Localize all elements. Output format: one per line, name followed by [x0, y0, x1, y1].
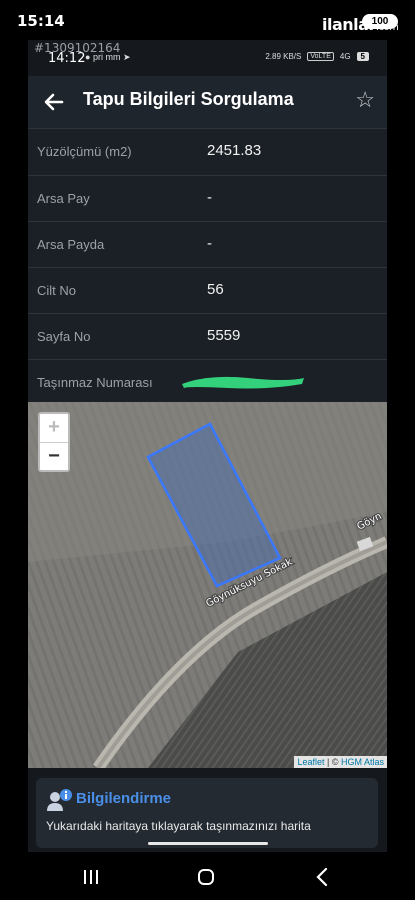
info-text: Yukarıdaki haritaya tıklayarak taşınmazı… — [46, 819, 311, 833]
outer-clock: 15:14 — [17, 12, 65, 30]
info-card: Bilgilendirme Yukarıdaki haritaya tıklay… — [36, 778, 378, 848]
outer-status-bar: 15:14 ilanlar.com 100 — [0, 0, 415, 42]
field-row-cilt-no: Cilt No 56 — [28, 268, 387, 314]
zoom-in-button[interactable]: + — [40, 414, 68, 443]
field-value: - — [207, 189, 212, 206]
info-title: Bilgilendirme — [76, 790, 172, 807]
inner-status-right: 2.89 KB/S VoLTE 4G 5 — [265, 52, 369, 61]
app-bar: Tapu Bilgileri Sorgulama ☆ — [28, 76, 387, 128]
system-nav-bar — [0, 852, 415, 900]
inner-battery: 5 — [356, 52, 369, 61]
zoom-control: + − — [38, 412, 70, 472]
recent-apps-icon[interactable] — [83, 870, 99, 884]
field-value: - — [207, 235, 212, 252]
leaflet-link[interactable]: Leaflet — [297, 757, 324, 767]
field-label: Yüzölçümü (m2) — [37, 144, 132, 159]
field-label: Arsa Pay — [37, 191, 90, 206]
field-value: 56 — [207, 281, 224, 298]
map-attribution: Leaflet | © HGM Atlas — [294, 756, 387, 768]
parcel-info-table: Yüzölçümü (m2) 2451.83 Arsa Pay - Arsa P… — [28, 128, 387, 406]
net-speed: 2.89 KB/S — [265, 52, 302, 61]
telegram-icon: ➤ — [122, 52, 131, 62]
hgm-atlas-link[interactable]: HGM Atlas — [341, 757, 384, 767]
field-label: Cilt No — [37, 283, 77, 298]
field-value: 5559 — [207, 327, 241, 344]
field-label: Arsa Payda — [37, 237, 105, 252]
field-value: 2451.83 — [207, 142, 262, 159]
notification-icons: ● pri mm ➤ — [85, 52, 131, 62]
gesture-handle — [148, 842, 268, 845]
volte-badge: VoLTE — [307, 52, 334, 61]
page-title: Tapu Bilgileri Sorgulama — [83, 89, 294, 109]
home-icon[interactable] — [198, 869, 214, 885]
field-row-tasinmaz-no: Taşınmaz Numarası — [28, 360, 387, 406]
field-label: Taşınmaz Numarası — [37, 375, 153, 390]
network-4g: 4G — [339, 52, 351, 61]
zoom-out-button[interactable]: − — [40, 443, 68, 471]
field-row-arsa-pay: Arsa Pay - — [28, 176, 387, 222]
redaction-scribble — [182, 376, 304, 389]
satellite-imagery[interactable]: Göynüksuyu Sokak Göyn — [28, 402, 387, 768]
nav-back-icon[interactable] — [316, 868, 328, 886]
field-row-sayfa-no: Sayfa No 5559 — [28, 314, 387, 360]
inner-clock: 14:12 — [48, 51, 86, 66]
map-view[interactable]: Göynüksuyu Sokak Göyn + − Leaflet | © HG… — [28, 402, 387, 768]
whatsapp-icon: ● — [85, 52, 91, 62]
phone-screen: #1309102164 14:12 ● pri mm ➤ 2.89 KB/S V… — [28, 40, 387, 852]
back-arrow-icon[interactable] — [42, 90, 66, 114]
field-label: Sayfa No — [37, 329, 91, 344]
outer-battery: 100 — [362, 14, 398, 29]
user-info-icon — [47, 789, 72, 811]
favorite-star-icon[interactable]: ☆ — [355, 88, 375, 112]
field-row-arsa-payda: Arsa Payda - — [28, 222, 387, 268]
field-row-area: Yüzölçümü (m2) 2451.83 — [28, 128, 387, 176]
